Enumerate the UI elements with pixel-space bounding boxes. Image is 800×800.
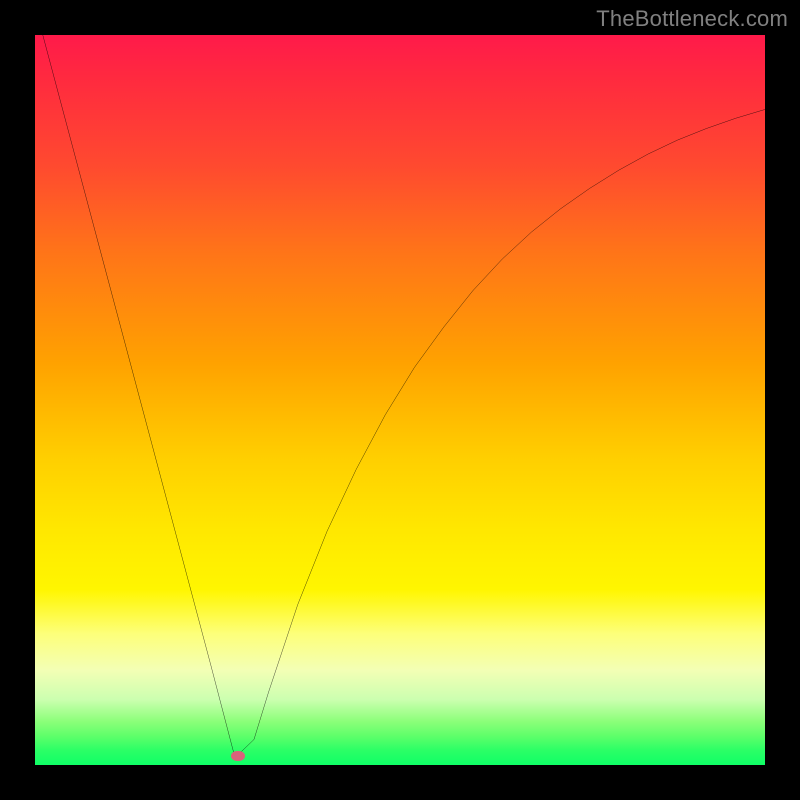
curve-svg xyxy=(35,35,765,765)
bottleneck-curve xyxy=(35,35,765,758)
watermark-text: TheBottleneck.com xyxy=(596,6,788,32)
optimum-marker xyxy=(231,751,245,761)
chart-frame: TheBottleneck.com xyxy=(0,0,800,800)
plot-area xyxy=(35,35,765,765)
